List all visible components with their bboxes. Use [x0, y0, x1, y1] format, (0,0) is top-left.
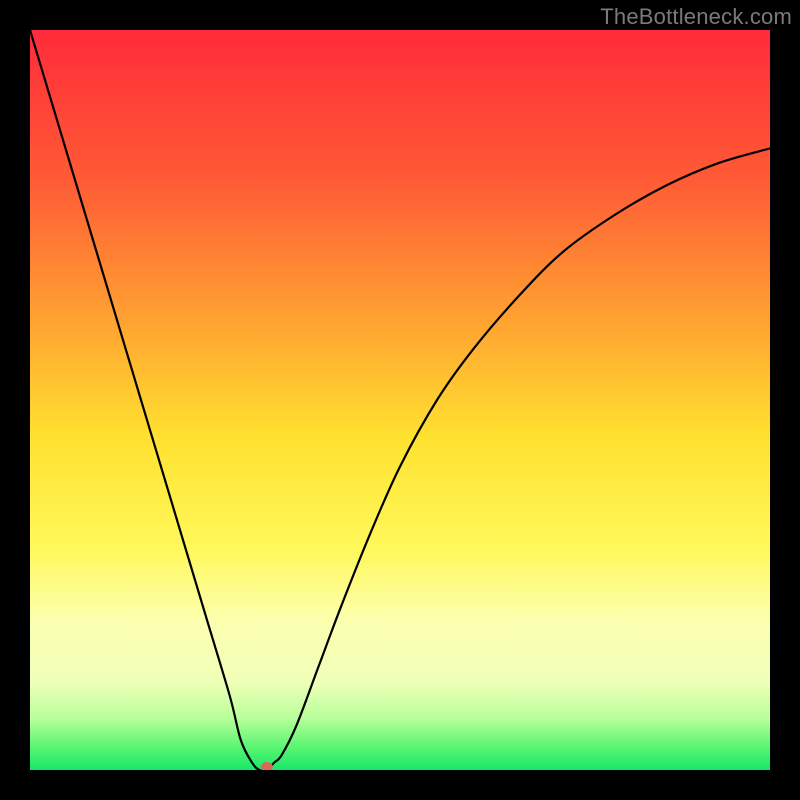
chart-svg — [30, 30, 770, 770]
watermark-text: TheBottleneck.com — [600, 4, 792, 30]
chart-plot-area — [30, 30, 770, 770]
chart-frame: TheBottleneck.com — [0, 0, 800, 800]
